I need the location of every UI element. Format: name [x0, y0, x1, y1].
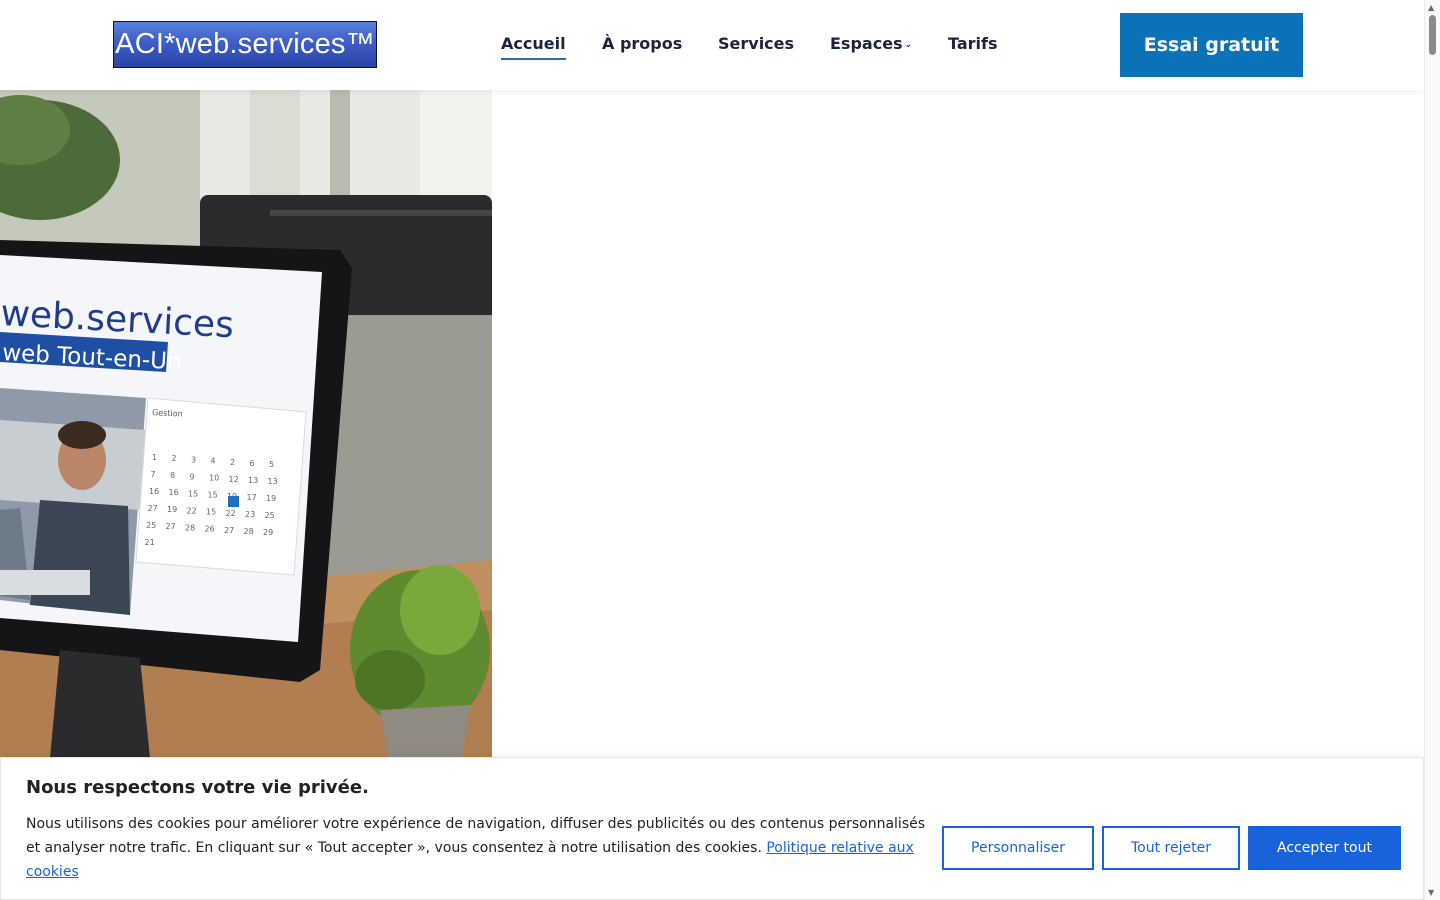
calendar-day: 8: [170, 471, 175, 480]
calendar-day: 27: [148, 504, 158, 513]
cookie-text: Nous utilisons des cookies pour améliore…: [26, 812, 931, 884]
calendar-day: 19: [266, 494, 276, 503]
calendar-day: 29: [263, 528, 273, 537]
site-logo[interactable]: ACI*web.services™: [113, 21, 377, 68]
cookie-title: Nous respectons votre vie privée.: [26, 777, 369, 798]
calendar-day: 6: [250, 459, 255, 468]
calendar-day: 15: [188, 489, 198, 498]
cookie-banner: Nous respectons votre vie privée. Nous u…: [0, 757, 1424, 900]
calendar-day: 15: [208, 491, 218, 500]
nav-services[interactable]: Services: [718, 34, 794, 53]
calendar-day: 25: [146, 521, 156, 530]
calendar-day: 21: [145, 538, 155, 547]
calendar-day: 15: [206, 508, 216, 517]
calendar-day: 22: [187, 506, 197, 515]
calendar-day: 5: [269, 460, 274, 469]
calendar-day: 26: [205, 525, 215, 534]
calendar-day: 13: [248, 476, 258, 485]
calendar-day: 10: [209, 474, 219, 483]
nav-a-propos[interactable]: À propos: [602, 34, 682, 53]
calendar-day: 25: [265, 511, 275, 520]
calendar-day: 22: [226, 509, 236, 518]
reject-all-button[interactable]: Tout rejeter: [1102, 826, 1240, 870]
calendar-day: 28: [244, 527, 254, 536]
calendar-day: 16: [169, 488, 179, 497]
calendar-day: 2: [172, 454, 177, 463]
calendar-day: 27: [224, 526, 234, 535]
calendar-day: 27: [166, 522, 176, 531]
hero-image: web.services web Tout-en-Un Gestion 1234…: [0, 90, 492, 758]
chevron-down-icon: ⌄: [904, 40, 913, 50]
scroll-up-icon[interactable]: ▲: [1428, 3, 1434, 12]
free-trial-button[interactable]: Essai gratuit: [1120, 13, 1303, 77]
calendar-day: 1: [152, 453, 157, 462]
calendar-day: 2: [230, 458, 235, 467]
calendar-title: Gestion: [152, 408, 183, 419]
calendar-day: 17: [247, 493, 257, 502]
calendar-day: 9: [190, 472, 195, 481]
nav-espaces-label: Espaces: [830, 34, 903, 53]
customize-button[interactable]: Personnaliser: [942, 826, 1094, 870]
calendar-day: 28: [185, 523, 195, 532]
calendar-day: 7: [151, 470, 156, 479]
calendar-day: 13: [268, 477, 278, 486]
nav-espaces[interactable]: Espaces ⌄: [830, 34, 912, 53]
calendar-day: 3: [191, 455, 196, 464]
scroll-down-icon[interactable]: ▼: [1428, 888, 1434, 897]
nav-accueil[interactable]: Accueil: [501, 34, 566, 60]
page-scrollbar[interactable]: ▲ ▼: [1424, 0, 1440, 900]
logo-text: ACI*web.services™: [115, 28, 375, 60]
calendar-day: 19: [167, 505, 177, 514]
accept-all-button[interactable]: Accepter tout: [1248, 826, 1401, 870]
calendar-day: 16: [149, 487, 159, 496]
hero-illustration: web.services web Tout-en-Un Gestion 1234…: [0, 90, 492, 758]
nav-tarifs[interactable]: Tarifs: [948, 34, 998, 53]
calendar-day: 4: [211, 457, 216, 466]
calendar-day: 12: [229, 475, 239, 484]
site-header: ACI*web.services™ Accueil À propos Servi…: [0, 0, 1425, 90]
scrollbar-thumb[interactable]: [1429, 15, 1436, 55]
calendar-day: 23: [245, 510, 255, 519]
